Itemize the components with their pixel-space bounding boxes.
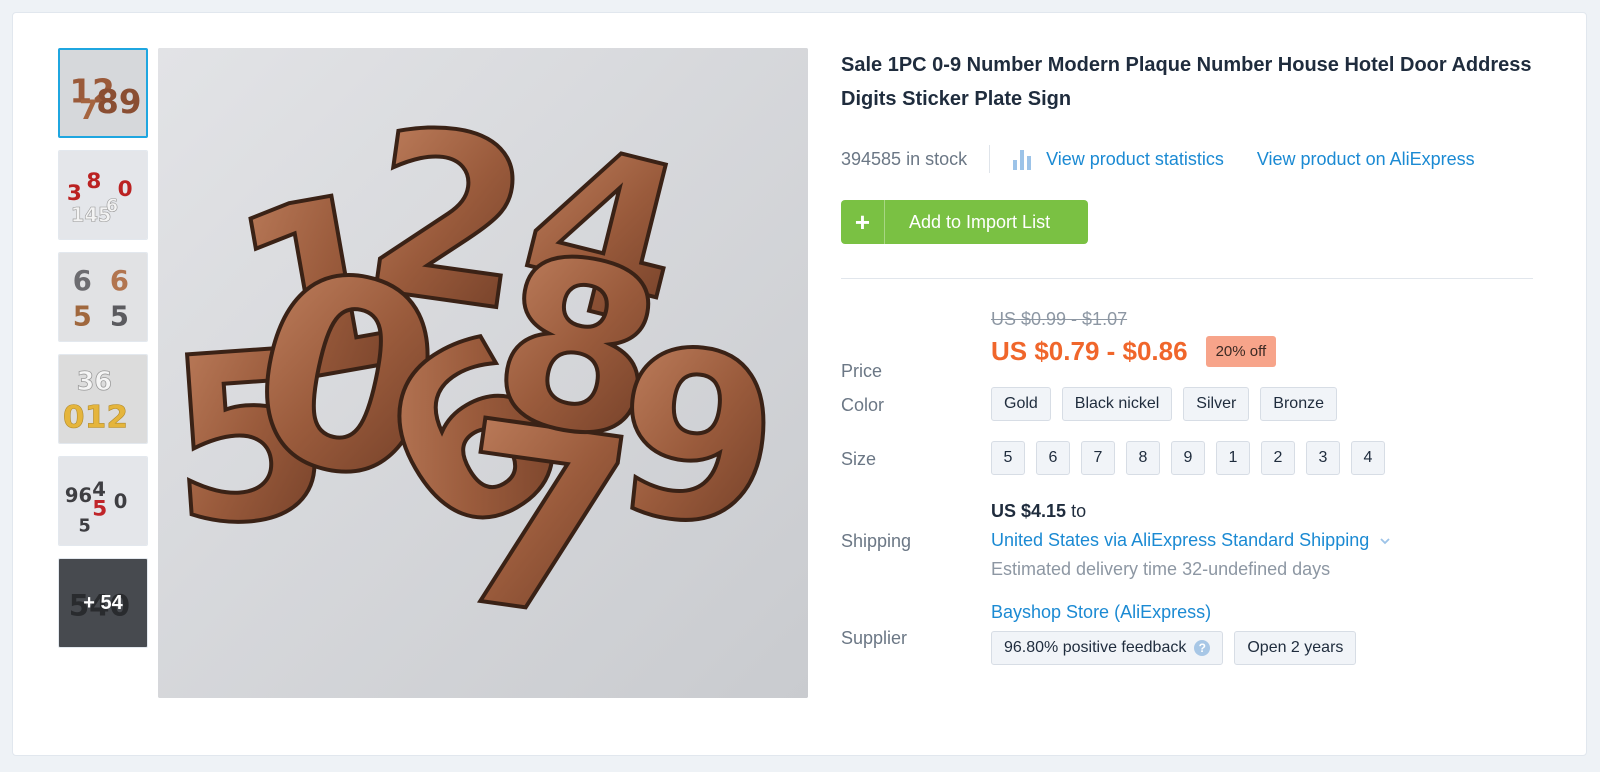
- thumbnail-2[interactable]: 3 8 0 145 6: [58, 150, 148, 240]
- svg-text:0: 0: [114, 490, 128, 513]
- thumbnail-4[interactable]: 36 012: [58, 354, 148, 444]
- supplier-row: Supplier Bayshop Store (AliExpress) 96.8…: [841, 602, 1533, 665]
- color-option-black-nickel[interactable]: Black nickel: [1061, 387, 1173, 421]
- view-on-aliexpress-link[interactable]: View product on AliExpress: [1257, 149, 1475, 170]
- size-option-2[interactable]: 2: [1261, 441, 1295, 475]
- svg-text:5: 5: [110, 301, 129, 332]
- thumbnail-1[interactable]: 12 89 7: [58, 48, 148, 138]
- product-details: Sale 1PC 0-9 Number Modern Plaque Number…: [841, 48, 1533, 665]
- section-divider: [841, 278, 1533, 279]
- price-row: Price US $0.99 - $1.07 US $0.79 - $0.86 …: [841, 309, 1533, 381]
- feedback-text: 96.80% positive feedback: [1004, 639, 1187, 656]
- svg-text:3: 3: [67, 181, 82, 206]
- svg-text:7: 7: [79, 95, 98, 126]
- thumbnail-more[interactable]: 540 + 54: [58, 558, 148, 648]
- svg-text:36: 36: [77, 366, 112, 396]
- size-option-7[interactable]: 7: [1081, 441, 1115, 475]
- svg-text:89: 89: [96, 83, 141, 121]
- divider: [989, 145, 991, 173]
- add-button-label: Add to Import List: [909, 211, 1051, 232]
- svg-text:5: 5: [92, 497, 107, 522]
- stock-count: 394585 in stock: [841, 148, 968, 169]
- svg-text:5: 5: [79, 516, 91, 536]
- thumbnail-5[interactable]: 96 4 0 5 5: [58, 456, 148, 546]
- shipping-to: to: [1071, 501, 1087, 521]
- discount-badge: 20% off: [1205, 336, 1277, 367]
- price-label: Price: [841, 361, 883, 381]
- color-option-silver[interactable]: Silver: [1183, 387, 1250, 421]
- size-option-3[interactable]: 3: [1306, 441, 1340, 475]
- supplier-store-link[interactable]: Bayshop Store (AliExpress): [991, 602, 1211, 622]
- original-price: US $0.99 - $1.07: [991, 309, 1128, 329]
- chevron-down-icon[interactable]: [1380, 536, 1390, 546]
- svg-text:96: 96: [65, 484, 92, 507]
- bar-chart-icon: [1013, 150, 1032, 170]
- shipping-method-select[interactable]: United States via AliExpress Standard Sh…: [991, 530, 1369, 550]
- thumbnail-3[interactable]: 6 6 5 5: [58, 252, 148, 342]
- svg-text:012: 012: [63, 399, 128, 435]
- size-option-6[interactable]: 6: [1036, 441, 1070, 475]
- more-images-count: + 54: [59, 559, 147, 647]
- add-to-import-list-button[interactable]: + Add to Import List: [841, 200, 1088, 244]
- size-option-8[interactable]: 8: [1126, 441, 1160, 475]
- size-option-9[interactable]: 9: [1171, 441, 1205, 475]
- svg-text:6: 6: [73, 266, 92, 297]
- delivery-estimate: Estimated delivery time 32-undefined day…: [991, 559, 1331, 579]
- size-option-4[interactable]: 4: [1351, 441, 1385, 475]
- size-row: Size 5 6 7 8 9 1 2 3 4: [841, 441, 1533, 475]
- size-option-5[interactable]: 5: [991, 441, 1025, 475]
- color-row: Color Gold Black nickel Silver Bronze: [841, 387, 1533, 421]
- product-card: 12 89 7 3 8 0 145 6 6 6 5 5 36 012 96 4 …: [12, 12, 1587, 756]
- product-title: Sale 1PC 0-9 Number Modern Plaque Number…: [841, 54, 1532, 110]
- main-product-image: 1 2 4 5 0 6 7 8 9: [158, 48, 808, 698]
- plus-icon: +: [841, 200, 885, 244]
- store-age-badge: Open 2 years: [1234, 631, 1357, 665]
- svg-text:9: 9: [603, 298, 790, 580]
- current-price: US $0.79 - $0.86: [991, 336, 1188, 366]
- shipping-price: US $4.15: [991, 501, 1067, 521]
- svg-text:5: 5: [73, 301, 92, 332]
- view-statistics-link[interactable]: View product statistics: [1046, 149, 1224, 170]
- svg-text:6: 6: [106, 197, 118, 217]
- size-option-1[interactable]: 1: [1216, 441, 1250, 475]
- svg-text:8: 8: [86, 169, 101, 194]
- color-label: Color: [841, 395, 885, 415]
- shipping-row: Shipping US $4.15 to United States via A…: [841, 501, 1533, 580]
- svg-text:6: 6: [110, 266, 129, 297]
- thumbnail-list: 12 89 7 3 8 0 145 6 6 6 5 5 36 012 96 4 …: [58, 48, 148, 660]
- shipping-label: Shipping: [841, 531, 912, 551]
- svg-text:0: 0: [118, 177, 133, 202]
- size-label: Size: [841, 449, 877, 469]
- question-circle-icon[interactable]: ?: [1194, 639, 1211, 656]
- stock-row: 394585 in stock View product statistics …: [841, 144, 1533, 174]
- feedback-badge: 96.80% positive feedback?: [991, 631, 1224, 665]
- supplier-label: Supplier: [841, 628, 908, 648]
- color-option-gold[interactable]: Gold: [991, 387, 1051, 421]
- color-option-bronze[interactable]: Bronze: [1260, 387, 1337, 421]
